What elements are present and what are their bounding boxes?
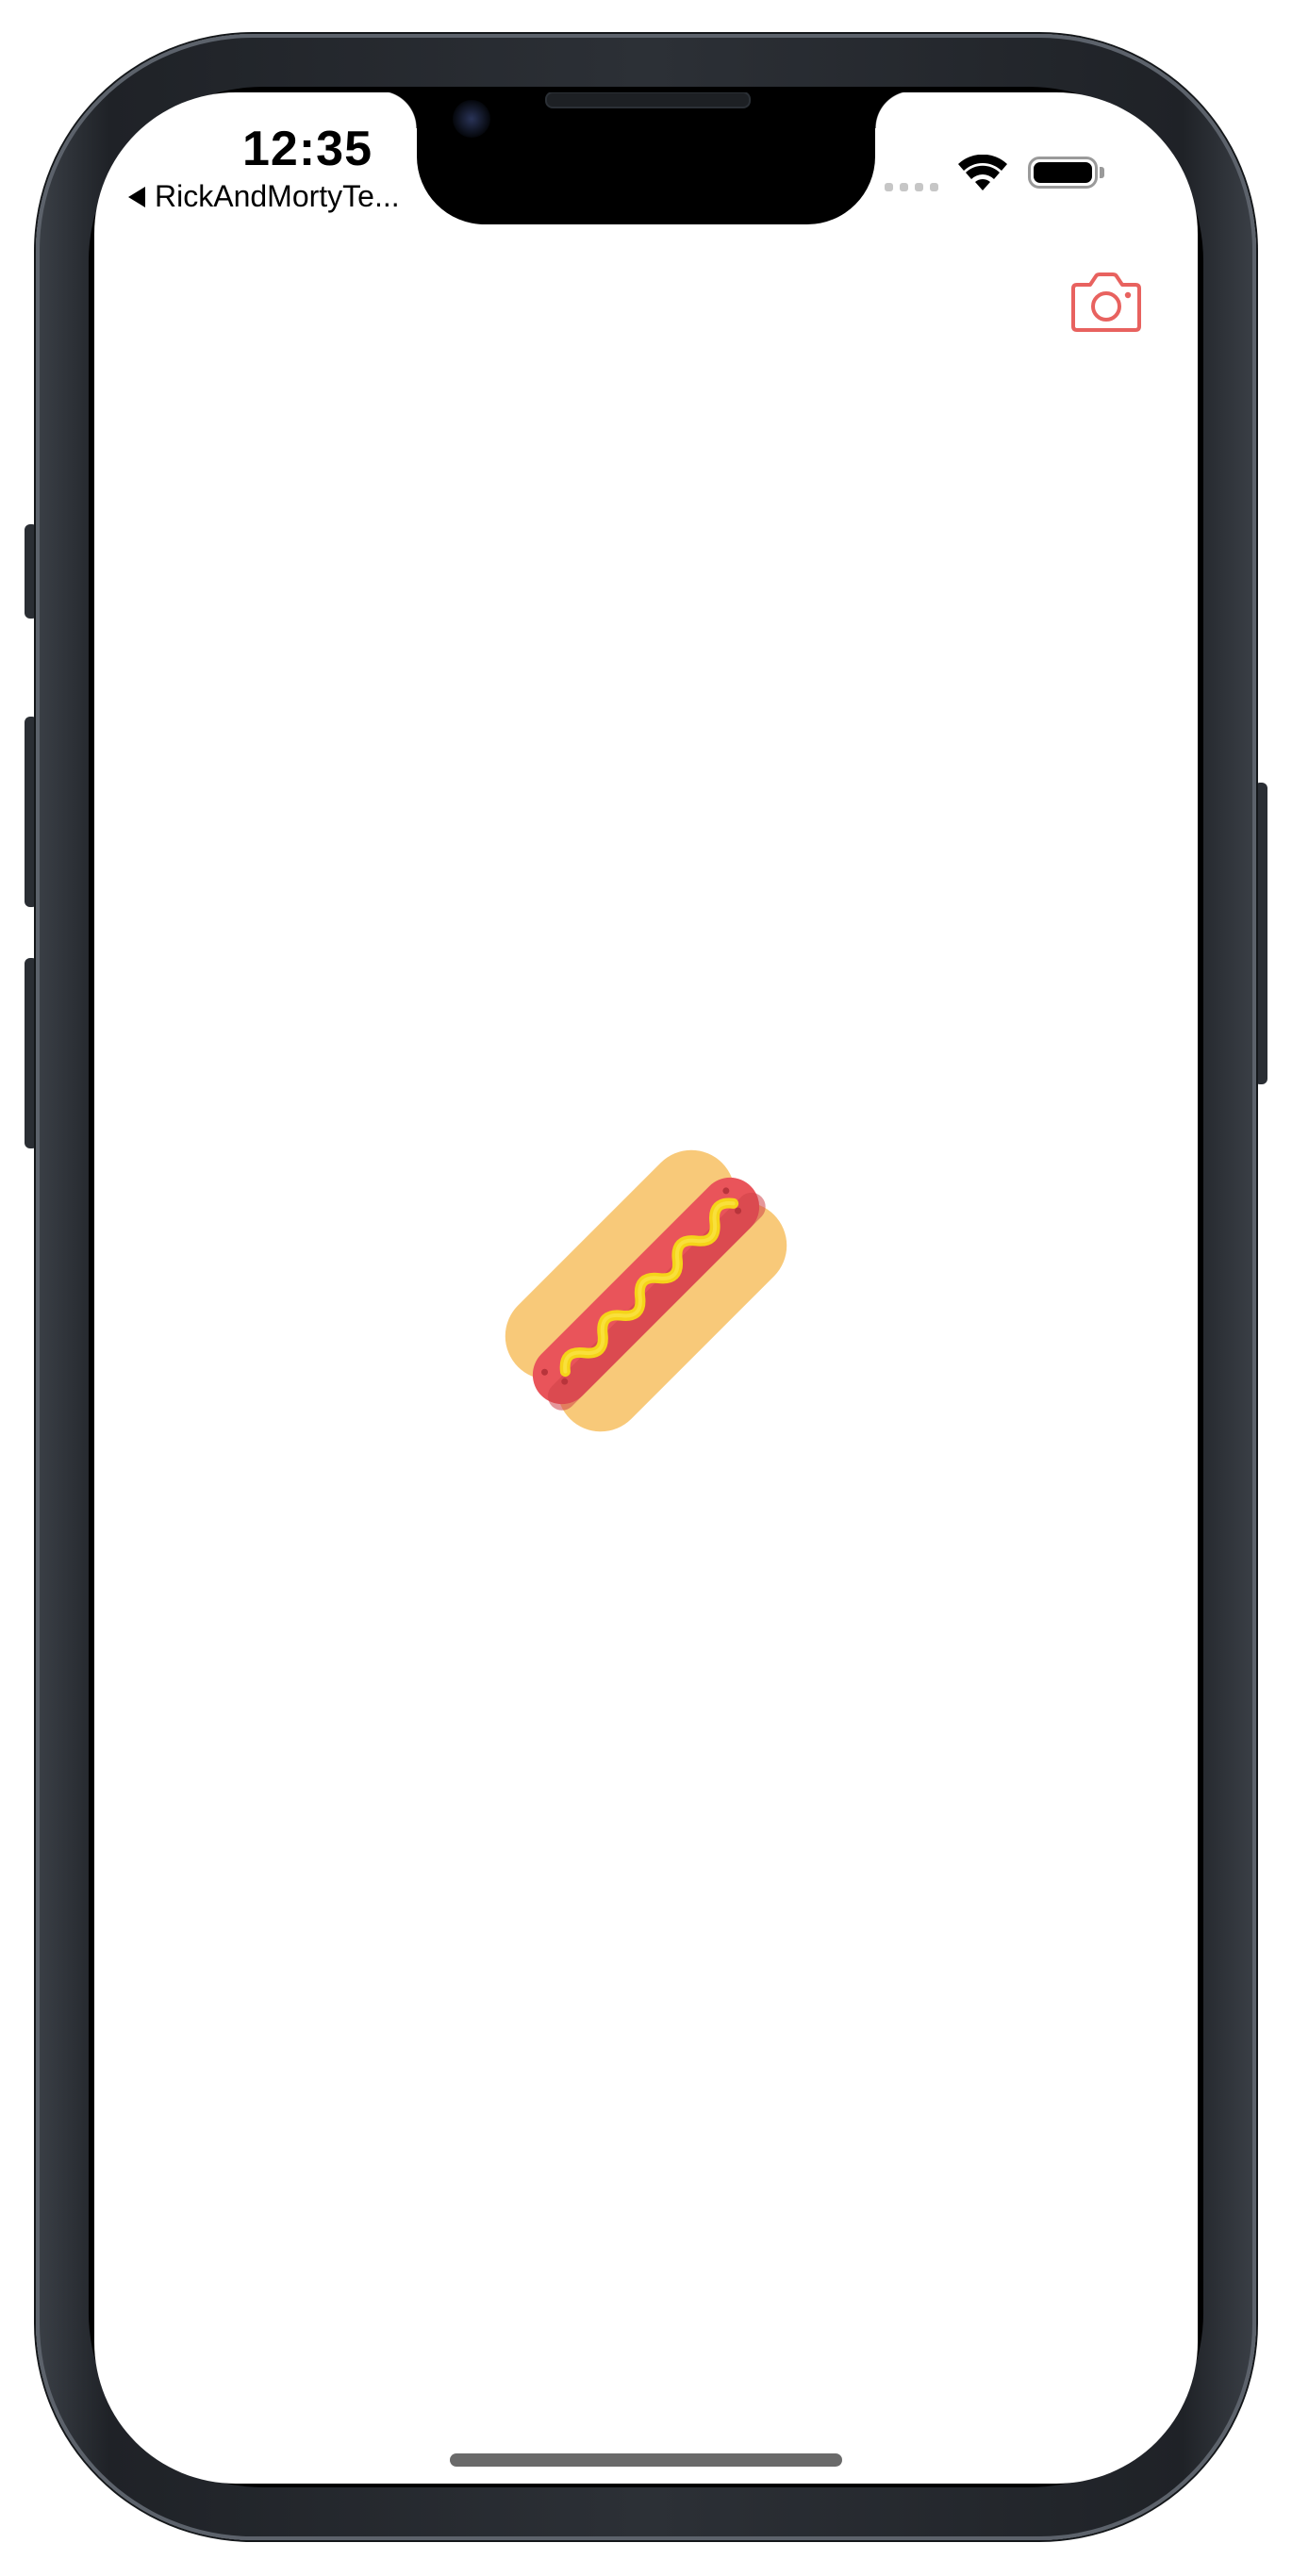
- back-to-app-button[interactable]: RickAndMortyTe...: [128, 179, 400, 214]
- battery-level: [1034, 162, 1092, 183]
- device-stage: 12:35 RickAndMortyTe...: [0, 0, 1292, 2576]
- cellular-signal-icon: [885, 183, 938, 191]
- back-app-label: RickAndMortyTe...: [155, 179, 400, 213]
- signal-bar: [900, 183, 908, 191]
- earpiece-speaker: [545, 92, 751, 108]
- status-time: 12:35: [242, 122, 373, 176]
- battery-cap: [1100, 167, 1104, 178]
- camera-icon[interactable]: [1068, 272, 1145, 334]
- power-button: [1254, 783, 1267, 1084]
- signal-bar: [885, 183, 893, 191]
- hotdog-icon: [505, 1149, 787, 1432]
- signal-bar: [915, 183, 923, 191]
- front-camera: [453, 100, 490, 138]
- battery-icon: [1028, 157, 1098, 189]
- screen: 12:35 RickAndMortyTe...: [94, 92, 1198, 2484]
- back-arrow-icon: [128, 186, 145, 207]
- notch-lower: [472, 183, 820, 223]
- wifi-icon: [958, 155, 1007, 190]
- home-indicator[interactable]: [450, 2453, 842, 2467]
- signal-bar: [930, 183, 938, 191]
